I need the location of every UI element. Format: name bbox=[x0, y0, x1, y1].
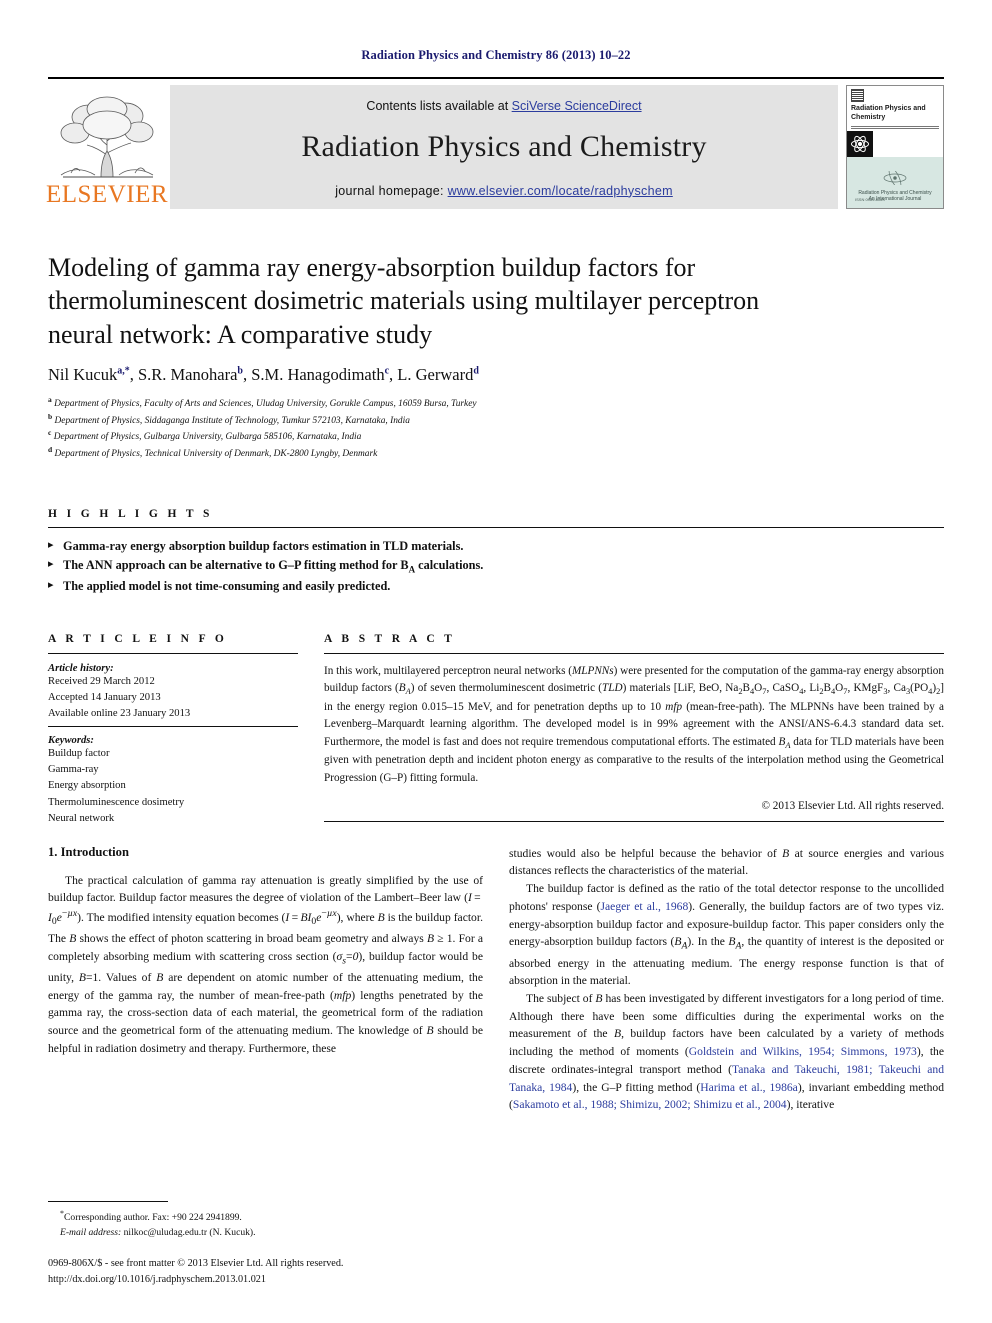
info-abstract-section: A R T I C L E I N F O Article history: R… bbox=[48, 633, 944, 827]
abstract-divider bbox=[324, 652, 944, 654]
issn-copyright-line: 0969-806X/$ - see front matter © 2013 El… bbox=[48, 1258, 344, 1270]
author-affiliation-mark: a,* bbox=[117, 365, 130, 377]
body-columns: 1. Introduction The practical calculatio… bbox=[48, 845, 944, 1114]
cover-subtitle-rule bbox=[851, 124, 939, 129]
abstract-label: A B S T R A C T bbox=[324, 632, 456, 645]
contents-prefix: Contents lists available at bbox=[366, 98, 512, 113]
author-affiliation-mark: b bbox=[237, 365, 243, 377]
doi-line: http://dx.doi.org/10.1016/j.radphyschem.… bbox=[48, 1273, 266, 1285]
keyword-item: Thermoluminescence dosimetry bbox=[48, 796, 185, 808]
copyright-line: © 2013 Elsevier Ltd. All rights reserved… bbox=[761, 800, 945, 813]
keyword-item: Neural network bbox=[48, 812, 115, 824]
article-history-block: Article history: Received 29 March 2012 A… bbox=[48, 662, 298, 728]
article-info-column: A R T I C L E I N F O Article history: R… bbox=[48, 633, 298, 827]
atom-icon bbox=[847, 130, 873, 157]
journal-homepage-line: journal homepage: www.elsevier.com/locat… bbox=[335, 184, 673, 198]
article-history-lines: Received 29 March 2012 Accepted 14 Januar… bbox=[48, 674, 298, 722]
journal-band: Contents lists available at SciVerse Sci… bbox=[170, 85, 838, 209]
section-heading-introduction: 1. Introduction bbox=[48, 844, 129, 859]
article-history-heading: Article history: bbox=[48, 662, 114, 674]
affiliation-entry: a Department of Physics, Faculty of Arts… bbox=[48, 394, 477, 409]
corresponding-author-note: *Corresponding author. Fax: +90 224 2941… bbox=[60, 1209, 242, 1224]
body-paragraph: The buildup factor is defined as the rat… bbox=[509, 882, 944, 988]
body-paragraph: studies would also be helpful because th… bbox=[509, 846, 944, 878]
author-name[interactable]: L. Gerward bbox=[397, 365, 473, 384]
article-history-item: Received 29 March 2012 bbox=[48, 675, 155, 687]
highlight-item: The ANN approach can be alternative to G… bbox=[48, 556, 944, 577]
highlights-list: Gamma-ray energy absorption buildup fact… bbox=[48, 537, 944, 597]
author-affiliation-mark: c bbox=[384, 365, 390, 377]
imprint-block: 0969-806X/$ - see front matter © 2013 El… bbox=[48, 1256, 468, 1287]
body-paragraph: The practical calculation of gamma ray a… bbox=[48, 873, 484, 1055]
keyword-item: Buildup factor bbox=[48, 748, 110, 760]
article-first-page: Radiation Physics and Chemistry 86 (2013… bbox=[0, 0, 992, 1323]
sciverse-sciencedirect-link[interactable]: SciVerse ScienceDirect bbox=[512, 99, 642, 113]
keyword-item: Gamma-ray bbox=[48, 764, 99, 776]
body-column-right: studies would also be helpful because th… bbox=[509, 845, 944, 1114]
author-name[interactable]: S.R. Manohara bbox=[138, 365, 237, 384]
cover-header: Radiation Physics and Chemistry bbox=[847, 86, 943, 131]
journal-homepage-link[interactable]: www.elsevier.com/locate/radphyschem bbox=[448, 184, 673, 198]
keywords-block: Keywords: Buildup factor Gamma-ray Energy … bbox=[48, 727, 298, 826]
affiliation-entry: b Department of Physics, Siddaganga Inst… bbox=[48, 411, 410, 426]
highlights-label: H I G H L I G H T S bbox=[48, 507, 213, 520]
article-info-label: A R T I C L E I N F O bbox=[48, 632, 228, 645]
article-history-item: Available online 23 January 2013 bbox=[48, 708, 191, 720]
affiliation-entry: c Department of Physics, Gulbarga Univer… bbox=[48, 428, 362, 443]
email-address-note: E-mail address: nilkoc@uludag.edu.tr (N.… bbox=[60, 1227, 256, 1239]
running-head: Radiation Physics and Chemistry 86 (2013… bbox=[361, 48, 631, 62]
author-name[interactable]: Nil Kucuk bbox=[48, 365, 117, 384]
article-info-divider bbox=[48, 652, 298, 654]
cover-journal-title: Radiation Physics and Chemistry bbox=[851, 105, 926, 121]
footnote-divider bbox=[48, 1201, 168, 1203]
footnote-area: *Corresponding author. Fax: +90 224 2941… bbox=[48, 1201, 468, 1287]
affiliation-entry: d Department of Physics, Technical Unive… bbox=[48, 445, 378, 460]
keyword-item: Energy absorption bbox=[48, 780, 126, 792]
keywords-lines: Buildup factor Gamma-ray Energy absorption… bbox=[48, 746, 298, 826]
elsevier-tree-icon bbox=[55, 95, 159, 181]
left-column-paragraphs: The practical calculation of gamma ray a… bbox=[48, 872, 483, 1058]
author-affiliation-mark: d bbox=[473, 365, 479, 377]
abstract-bottom-divider bbox=[324, 821, 944, 823]
highlights-divider bbox=[48, 526, 944, 528]
author-list: Nil Kucuka,*, S.R. Manoharab, S.M. Hanag… bbox=[48, 364, 479, 384]
article-history-item: Accepted 14 January 2013 bbox=[48, 692, 161, 704]
cover-elsevier-mark-icon bbox=[851, 89, 864, 102]
title-block: Modeling of gamma ray energy-absorption … bbox=[48, 251, 944, 462]
right-column-paragraphs: studies would also be helpful because th… bbox=[509, 845, 944, 1114]
highlight-item: Gamma-ray energy absorption buildup fact… bbox=[48, 537, 944, 557]
cover-emblem-icon bbox=[883, 167, 907, 189]
abstract-text: In this work, multilayered perceptron ne… bbox=[324, 664, 945, 784]
highlight-item: The applied model is not time-consuming … bbox=[48, 577, 944, 597]
affiliation-list: a Department of Physics, Faculty of Arts… bbox=[48, 395, 944, 462]
article-title: Modeling of gamma ray energy-absorption … bbox=[48, 253, 760, 349]
author-name[interactable]: S.M. Hanagodimath bbox=[251, 365, 384, 384]
homepage-prefix: journal homepage: bbox=[335, 183, 448, 198]
journal-cover-thumbnail[interactable]: Radiation Physics and Chemistry Radiatio… bbox=[846, 85, 944, 209]
cover-artwork: Radiation Physics and Chemistry An Inter… bbox=[847, 130, 943, 208]
journal-title: Radiation Physics and Chemistry bbox=[301, 129, 707, 163]
elsevier-logo: ELSEVIER bbox=[45, 85, 169, 209]
abstract-column: A B S T R A C T In this work, multilayer… bbox=[324, 633, 944, 827]
highlights-section: H I G H L I G H T S Gamma-ray energy abs… bbox=[48, 508, 944, 597]
cover-white-strip bbox=[873, 130, 943, 157]
body-column-left: 1. Introduction The practical calculatio… bbox=[48, 845, 483, 1114]
keywords-heading: Keywords: bbox=[48, 735, 94, 747]
contents-available-line: Contents lists available at SciVerse Sci… bbox=[366, 99, 641, 113]
elsevier-wordmark: ELSEVIER bbox=[45, 181, 169, 208]
body-paragraph: The subject of B has been investigated b… bbox=[509, 991, 945, 1112]
journal-masthead: ELSEVIER Contents lists available at Sci… bbox=[45, 77, 944, 209]
cover-footer-note: ISSN 0969-806X bbox=[855, 197, 886, 202]
